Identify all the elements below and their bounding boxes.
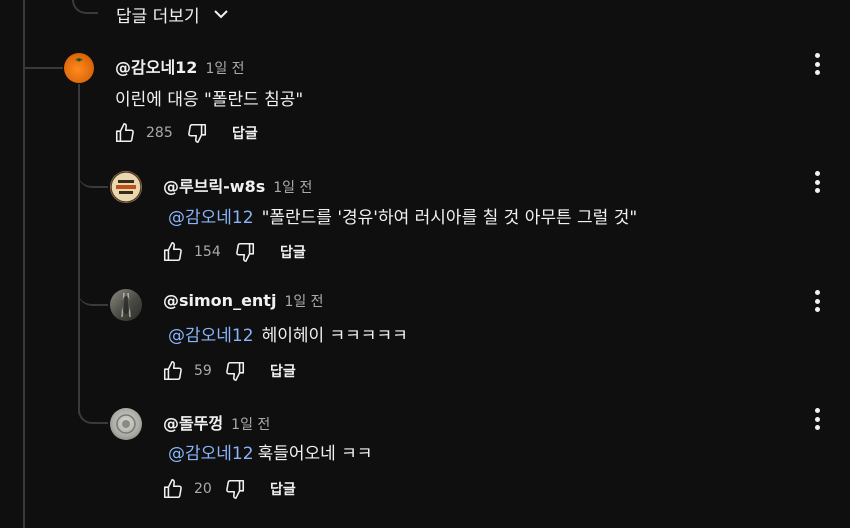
like-count: 20 bbox=[194, 481, 212, 497]
comment-text-content: 훅들어오네 ㅋㅋ bbox=[257, 444, 373, 464]
reply-button[interactable]: 답글 bbox=[270, 479, 296, 499]
thumbs-up-icon[interactable] bbox=[114, 122, 136, 144]
comment-text: 이린에 대응 "폴란드 침공" bbox=[115, 85, 303, 110]
chevron-down-icon bbox=[213, 10, 228, 19]
comment-header: @루브릭-w8s 1일 전 bbox=[163, 173, 312, 197]
stone-lid-avatar-icon bbox=[116, 414, 136, 434]
mention-link[interactable]: @감오네12 bbox=[168, 326, 254, 346]
avatar[interactable] bbox=[110, 289, 142, 321]
like-count: 285 bbox=[146, 125, 173, 141]
comment-thread: 답글 더보기 @감오네12 1일 전 이린에 대응 "폴란드 침공" 285 답… bbox=[0, 0, 850, 528]
thumbs-up-icon[interactable] bbox=[162, 360, 184, 382]
comment-header: @감오네12 1일 전 bbox=[115, 54, 245, 78]
comment-time[interactable]: 1일 전 bbox=[205, 58, 244, 78]
reply-button[interactable]: 답글 bbox=[270, 361, 296, 381]
comment-text: @감오네12 "폴란드를 '경유'하여 러시아를 칠 것 아무튼 그럴 것" bbox=[168, 203, 637, 228]
comment-text-content: "폴란드를 '경유'하여 러시아를 칠 것 아무튼 그럴 것" bbox=[261, 208, 638, 228]
thread-divider bbox=[25, 67, 63, 69]
comment-header: @돌뚜껑 1일 전 bbox=[163, 410, 270, 434]
mention-link[interactable]: @감오네12 bbox=[168, 208, 254, 228]
avatar[interactable] bbox=[64, 53, 94, 83]
thread-curve-top bbox=[72, 0, 98, 14]
comment-actions: 285 답글 bbox=[114, 122, 258, 144]
thread-curve-2 bbox=[78, 286, 108, 306]
comment-actions: 59 답글 bbox=[162, 360, 296, 382]
more-vert-icon[interactable] bbox=[814, 171, 820, 193]
thumbs-down-icon[interactable] bbox=[224, 478, 246, 500]
comment-time[interactable]: 1일 전 bbox=[231, 414, 270, 434]
mention-link[interactable]: @감오네12 bbox=[168, 444, 254, 464]
thumbs-down-icon[interactable] bbox=[234, 241, 256, 263]
comment-time[interactable]: 1일 전 bbox=[284, 291, 323, 311]
more-vert-icon[interactable] bbox=[814, 408, 820, 430]
comment-text: @감오네12 훅들어오네 ㅋㅋ bbox=[168, 439, 372, 464]
photo-avatar-icon bbox=[121, 292, 131, 318]
like-count: 154 bbox=[194, 244, 221, 260]
comment-time[interactable]: 1일 전 bbox=[273, 177, 312, 197]
comment-header: @simon_entj 1일 전 bbox=[163, 291, 324, 311]
thumbs-down-icon[interactable] bbox=[224, 360, 246, 382]
reply-button[interactable]: 답글 bbox=[232, 123, 258, 143]
comment-text: @감오네12 헤이헤이 ㅋㅋㅋㅋㅋ bbox=[168, 321, 408, 346]
avatar[interactable] bbox=[110, 171, 142, 203]
thread-curve-1 bbox=[78, 166, 108, 188]
thumbs-up-icon[interactable] bbox=[162, 478, 184, 500]
comment-actions: 154 답글 bbox=[162, 241, 306, 263]
thumbs-up-icon[interactable] bbox=[162, 241, 184, 263]
like-count: 59 bbox=[194, 363, 212, 379]
thumbs-down-icon[interactable] bbox=[186, 122, 208, 144]
comment-actions: 20 답글 bbox=[162, 478, 296, 500]
avatar[interactable] bbox=[110, 408, 142, 440]
comment-author[interactable]: @돌뚜껑 bbox=[163, 410, 223, 434]
more-replies-button[interactable]: 답글 더보기 bbox=[116, 0, 228, 28]
comment-author[interactable]: @감오네12 bbox=[115, 54, 197, 78]
thread-line-inner bbox=[78, 84, 80, 414]
more-replies-label: 답글 더보기 bbox=[116, 6, 200, 27]
comment-author[interactable]: @simon_entj bbox=[163, 291, 276, 310]
more-vert-icon[interactable] bbox=[814, 290, 820, 312]
reply-button[interactable]: 답글 bbox=[280, 242, 306, 262]
thread-curve-3 bbox=[78, 400, 108, 424]
comment-text-content: 이린에 대응 "폴란드 침공" bbox=[115, 90, 304, 110]
thread-line-outer bbox=[23, 0, 25, 528]
persimmon-avatar-icon bbox=[75, 58, 83, 62]
more-vert-icon[interactable] bbox=[814, 53, 820, 75]
comment-text-content: 헤이헤이 ㅋㅋㅋㅋㅋ bbox=[261, 326, 408, 346]
comment-author[interactable]: @루브릭-w8s bbox=[163, 173, 265, 197]
text-logo-avatar-icon bbox=[110, 171, 142, 203]
